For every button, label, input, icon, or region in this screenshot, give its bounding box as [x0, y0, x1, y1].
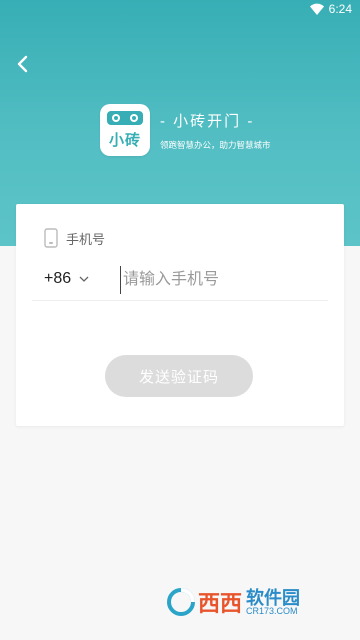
watermark-name: 软件园	[246, 587, 301, 608]
input-divider	[32, 300, 328, 301]
back-button[interactable]	[8, 50, 36, 78]
logo-eyes	[107, 111, 143, 125]
send-code-button[interactable]: 发送验证码	[105, 355, 253, 397]
phone-label: 手机号	[66, 231, 106, 247]
logo-mark: 小砖	[108, 132, 141, 149]
phone-input[interactable]	[120, 266, 323, 294]
watermark-logo-icon	[167, 588, 195, 616]
status-time: 6:24	[328, 2, 352, 16]
brand: 小砖 - 小砖开门 - 领跑智慧办公，助力智慧城市	[100, 104, 271, 156]
app-slogan: 领跑智慧办公，助力智慧城市	[160, 139, 271, 150]
mobile-phone-icon	[44, 228, 58, 248]
login-card: 手机号 +86 发送验证码	[16, 204, 344, 426]
app-logo: 小砖	[100, 104, 150, 156]
chevron-down-icon	[79, 276, 89, 282]
country-code-select[interactable]: +86	[44, 270, 89, 288]
status-bar: 6:24	[0, 0, 360, 18]
watermark: 西西 软件园 CR173.COM	[166, 586, 300, 618]
watermark-brand: 西西	[198, 591, 243, 616]
app-name: - 小砖开门 -	[160, 112, 255, 130]
chevron-left-icon	[17, 55, 28, 73]
watermark-url: CR173.COM	[246, 605, 298, 616]
wifi-icon	[310, 3, 324, 15]
brand-text: - 小砖开门 - 领跑智慧办公，助力智慧城市	[160, 110, 271, 151]
phone-label-row: 手机号	[44, 228, 105, 248]
country-code-value: +86	[44, 270, 72, 287]
watermark-text: 软件园 CR173.COM	[246, 589, 300, 616]
